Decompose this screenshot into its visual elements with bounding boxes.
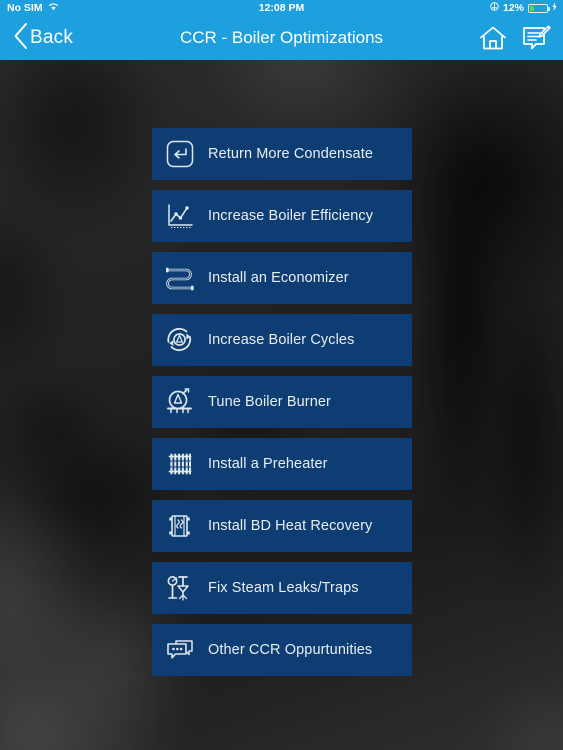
menu-item-other-ccr-oppurtunities[interactable]: Other CCR Oppurtunities xyxy=(152,624,412,676)
menu-item-install-a-preheater[interactable]: Install a Preheater xyxy=(152,438,412,490)
menu-item-label: Install an Economizer xyxy=(208,270,349,286)
menu-item-fix-steam-leaks-traps[interactable]: Fix Steam Leaks/Traps xyxy=(152,562,412,614)
menu-item-label: Return More Condensate xyxy=(208,146,374,162)
heat-exchanger-icon xyxy=(152,500,208,552)
menu-item-label: Increase Boiler Efficiency xyxy=(208,208,374,224)
home-icon[interactable] xyxy=(478,24,508,52)
status-bar: No SIM 12:08 PM 12% xyxy=(0,0,563,16)
chevron-left-icon xyxy=(12,21,29,56)
menu-item-tune-boiler-burner[interactable]: Tune Boiler Burner xyxy=(152,376,412,428)
location-services-icon xyxy=(490,2,499,14)
status-bar-right: 12% xyxy=(490,2,563,14)
navigation-bar: Back CCR - Boiler Optimizations xyxy=(0,16,563,60)
menu-item-label: Other CCR Oppurtunities xyxy=(208,642,373,658)
coil-pipe-icon xyxy=(152,252,208,304)
nav-actions xyxy=(478,24,563,52)
steam-trap-valve-icon xyxy=(152,562,208,614)
battery-percent-label: 12% xyxy=(502,2,524,14)
back-label: Back xyxy=(30,27,74,48)
menu-item-increase-boiler-cycles[interactable]: Increase Boiler Cycles xyxy=(152,314,412,366)
menu-item-label: Increase Boiler Cycles xyxy=(208,332,355,348)
speech-bubbles-icon xyxy=(152,624,208,676)
burner-gauge-icon xyxy=(152,376,208,428)
radiator-fins-icon xyxy=(152,438,208,490)
recycle-arrows-icon xyxy=(152,314,208,366)
notes-edit-icon[interactable] xyxy=(521,24,551,52)
menu-item-label: Install BD Heat Recovery xyxy=(208,518,373,534)
charging-bolt-icon xyxy=(552,2,557,14)
menu-item-label: Tune Boiler Burner xyxy=(208,394,331,410)
battery-icon xyxy=(528,3,550,13)
return-arrow-icon xyxy=(152,128,208,180)
optimizations-menu: Return More Condensate Increase Boiler E… xyxy=(152,128,412,686)
menu-item-install-an-economizer[interactable]: Install an Economizer xyxy=(152,252,412,304)
menu-item-install-bd-heat-recovery[interactable]: Install BD Heat Recovery xyxy=(152,500,412,552)
status-bar-time: 12:08 PM xyxy=(258,2,305,14)
menu-item-return-more-condensate[interactable]: Return More Condensate xyxy=(152,128,412,180)
line-chart-icon xyxy=(152,190,208,242)
menu-item-label: Install a Preheater xyxy=(208,456,328,472)
menu-item-label: Fix Steam Leaks/Traps xyxy=(208,580,359,596)
menu-item-increase-boiler-efficiency[interactable]: Increase Boiler Efficiency xyxy=(152,190,412,242)
back-button[interactable]: Back xyxy=(0,21,73,56)
